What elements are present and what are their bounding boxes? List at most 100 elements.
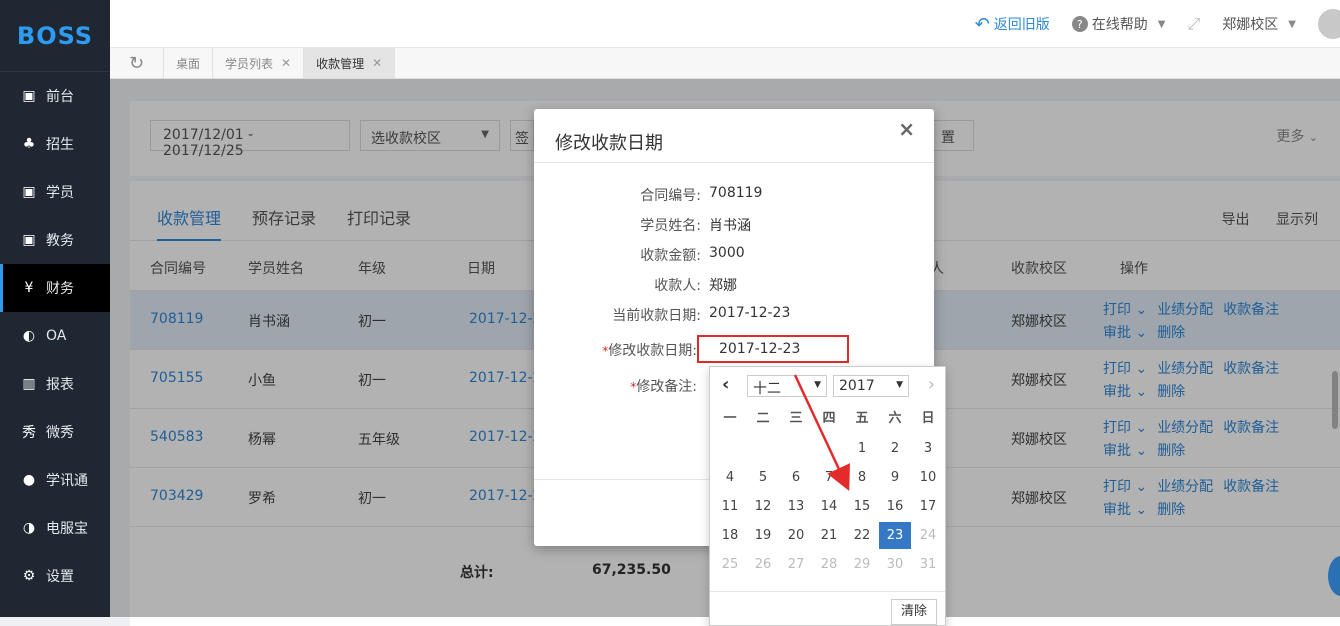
calendar-day[interactable]: 11 xyxy=(714,493,746,520)
sidebar-item-student[interactable]: ▣ 学员 xyxy=(0,168,110,216)
field-value: 肖书涵 xyxy=(709,218,751,234)
calendar-day[interactable]: 17 xyxy=(912,493,944,520)
calendar-day: 27 xyxy=(787,557,805,572)
sidebar-item-chat[interactable]: ◐ OA xyxy=(0,312,110,360)
weekday-header: 日 xyxy=(921,411,935,426)
weekday-header: 六 xyxy=(888,411,902,426)
field-label: 合同编号: xyxy=(640,188,701,204)
new-date-row: *修改收款日期: xyxy=(534,340,697,360)
user-add-icon: ♣ xyxy=(22,136,36,152)
close-icon[interactable]: ✕ xyxy=(372,56,382,70)
date-picker-header: ‹ 十二 ▼ 2017 ▼ › xyxy=(710,373,945,399)
year-select[interactable]: 2017 ▼ xyxy=(833,375,909,397)
fullscreen-button[interactable]: ⤢ xyxy=(1187,14,1200,34)
chevron-down-icon: ▼ xyxy=(1157,18,1166,30)
tab-payment-management[interactable]: 收款管理 ✕ xyxy=(304,48,396,78)
campus-switcher[interactable]: 郑娜校区 ▼ xyxy=(1222,14,1296,34)
calendar-day[interactable]: 7 xyxy=(813,464,845,491)
calendar-day[interactable]: 8 xyxy=(846,464,878,491)
calendar-day[interactable]: 12 xyxy=(747,493,779,520)
tab-label: 收款管理 xyxy=(316,56,365,71)
sidebar-item-bar-chart[interactable]: ▥ 报表 xyxy=(0,360,110,408)
close-icon[interactable]: ✕ xyxy=(281,56,291,70)
selected-day[interactable]: 23 xyxy=(879,522,911,549)
calendar-icon: ▣ xyxy=(22,88,36,104)
note-label-text: 修改备注: xyxy=(636,379,697,395)
sidebar-item-label: 电服宝 xyxy=(46,521,88,537)
field-value: 郑娜 xyxy=(709,278,737,294)
calendar-day[interactable]: 3 xyxy=(912,435,944,462)
calendar-day: 28 xyxy=(820,557,838,572)
refresh-icon[interactable]: ↻ xyxy=(110,48,164,78)
student-icon: ▣ xyxy=(22,184,36,200)
field-label: 当前收款日期: xyxy=(612,308,701,324)
chevron-down-icon: ▼ xyxy=(896,380,903,390)
phone-icon: ◑ xyxy=(22,520,36,536)
dialog-field-row: 合同编号: 708119 xyxy=(534,185,762,205)
field-value: 2017-12-23 xyxy=(709,305,791,321)
weekday-header: 三 xyxy=(789,411,803,426)
help-label: 在线帮助 xyxy=(1091,17,1148,33)
sidebar-item-calendar[interactable]: ▣ 前台 xyxy=(0,72,110,120)
sidebar-item-user-add[interactable]: ♣ 招生 xyxy=(0,120,110,168)
weekday-header: 二 xyxy=(756,411,770,426)
clear-button[interactable]: 清除 xyxy=(891,599,937,625)
brand-logo: BOSS xyxy=(0,0,110,72)
prev-month-icon[interactable]: ‹ xyxy=(722,374,729,395)
note-label: *修改备注: xyxy=(630,376,697,396)
sidebar-item-label: 教务 xyxy=(46,233,74,249)
back-to-old-version-link[interactable]: ↶ 返回旧版 xyxy=(975,14,1050,35)
calendar-day[interactable]: 4 xyxy=(714,464,746,491)
sidebar-item-yen[interactable]: ¥ 财务 xyxy=(0,264,110,312)
calendar-day[interactable]: 18 xyxy=(714,522,746,549)
calendar-day[interactable]: 10 xyxy=(912,464,944,491)
calendar-day: 26 xyxy=(754,557,772,572)
weixiu-icon: 秀 xyxy=(22,425,36,441)
sidebar-item-location[interactable]: ● 学讯通 xyxy=(0,456,110,504)
calendar-day[interactable]: 16 xyxy=(879,493,911,520)
sidebar-item-weixiu[interactable]: 秀微秀 xyxy=(0,408,110,456)
back-label: 返回旧版 xyxy=(993,17,1050,33)
chevron-down-icon: ▼ xyxy=(814,380,821,390)
calendar-day: 30 xyxy=(886,557,904,572)
dialog-title: 修改收款日期 xyxy=(555,133,663,154)
month-select[interactable]: 十二 ▼ xyxy=(747,375,827,397)
avatar[interactable] xyxy=(1318,9,1340,39)
tab-student-list[interactable]: 学员列表 ✕ xyxy=(213,48,305,78)
online-help-dropdown[interactable]: ? 在线帮助 ▼ xyxy=(1071,14,1166,34)
top-bar: ↶ 返回旧版 ? 在线帮助 ▼ ⤢ 郑娜校区 ▼ xyxy=(110,0,1340,48)
sidebar: BOSS ▣ 前台 ♣ 招生 ▣ 学员 ▣ 教务 ¥ 财务 ◐ OA ▥ 报表秀微秀 ● 学讯通 ◑ 电服宝 ⚙ 设置 xyxy=(0,0,110,617)
calendar-day: 25 xyxy=(721,557,739,572)
expand-icon: ⤢ xyxy=(1187,14,1201,33)
calendar-day[interactable]: 15 xyxy=(846,493,878,520)
weekday-header: 五 xyxy=(855,411,869,426)
bar-chart-icon: ▥ xyxy=(22,376,36,392)
year-value: 2017 xyxy=(839,378,875,394)
close-icon[interactable]: × xyxy=(898,117,915,141)
undo-icon: ↶ xyxy=(974,13,990,35)
tab-desktop[interactable]: 桌面 xyxy=(164,48,214,78)
tab-label: 桌面 xyxy=(176,56,201,71)
calendar-day[interactable]: 21 xyxy=(813,522,845,549)
calendar-day[interactable]: 14 xyxy=(813,493,845,520)
calendar-day[interactable]: 6 xyxy=(780,464,812,491)
sidebar-item-label: 前台 xyxy=(46,89,74,105)
field-label: 学员姓名: xyxy=(640,218,701,234)
sidebar-item-label: 报表 xyxy=(46,377,74,393)
field-label: 收款金额: xyxy=(640,248,701,264)
calendar-day[interactable]: 13 xyxy=(780,493,812,520)
campus-label: 郑娜校区 xyxy=(1222,17,1279,33)
book-icon: ▣ xyxy=(22,232,36,248)
calendar-day[interactable]: 5 xyxy=(747,464,779,491)
sidebar-item-book[interactable]: ▣ 教务 xyxy=(0,216,110,264)
calendar-day[interactable]: 9 xyxy=(879,464,911,491)
sidebar-item-gear[interactable]: ⚙ 设置 xyxy=(0,552,110,600)
calendar-day[interactable]: 1 xyxy=(846,435,878,462)
calendar-day[interactable]: 19 xyxy=(747,522,779,549)
sidebar-item-label: OA xyxy=(46,328,67,344)
calendar-day[interactable]: 20 xyxy=(780,522,812,549)
calendar-day[interactable]: 22 xyxy=(846,522,878,549)
new-payment-date-input[interactable]: 2017-12-23 xyxy=(697,335,849,363)
calendar-day[interactable]: 2 xyxy=(879,435,911,462)
sidebar-item-phone[interactable]: ◑ 电服宝 xyxy=(0,504,110,552)
